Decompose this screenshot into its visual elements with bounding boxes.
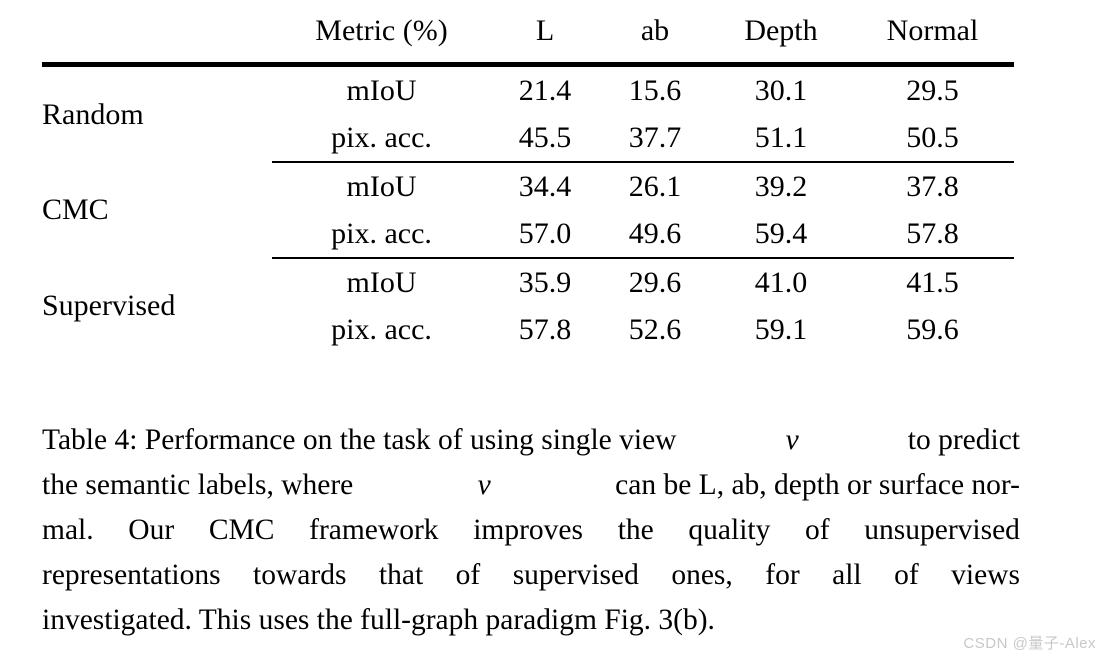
cell-value: 50.5	[851, 114, 1014, 163]
header-metric-cell: Metric (%)	[272, 0, 491, 67]
caption-line-5: investigated. This uses the full-graph p…	[42, 604, 715, 636]
caption-seg: to predict	[900, 424, 1020, 456]
cell-value: 37.8	[906, 169, 959, 203]
metric-label: pix. acc.	[272, 114, 491, 163]
cell-value: 49.6	[599, 210, 711, 259]
header-group-cell	[42, 0, 272, 67]
cell-value: 15.6	[628, 73, 682, 107]
header-col-depth: Depth	[711, 0, 851, 67]
header-col-ab: ab	[599, 0, 711, 67]
metric-label: mIoU	[346, 169, 417, 203]
caption-seg: the semantic labels, where	[42, 469, 361, 501]
table-header-row: Metric (%) L ab Depth Normal	[42, 0, 1014, 67]
results-table: Metric (%) L ab Depth Normal Random mIoU…	[42, 0, 1014, 353]
metric-label: pix. acc.	[331, 312, 432, 346]
cell-value: 35.9	[518, 265, 572, 299]
cell-value: 52.6	[628, 312, 682, 346]
caption-line-3: mal. Our CMC framework improves the quality of u…	[42, 514, 1020, 546]
caption-seg: Table 4: Performance on the task of usin…	[42, 424, 684, 456]
table-4-container: Metric (%) L ab Depth Normal Random mIoU…	[42, 0, 1014, 353]
cell-value: 57.0	[491, 210, 599, 259]
row-group-label-cmc: CMC	[42, 193, 109, 226]
cell-value: 41.0	[754, 265, 808, 299]
caption-line-2: the semantic labels, where v can be L, a…	[42, 463, 1020, 508]
table-row: Supervised mIoU 35.9 29.6 41.0 41.5	[42, 258, 1014, 320]
cell-value: 29.5	[906, 73, 959, 107]
cell-value: 39.2	[754, 169, 808, 203]
metric-label: mIoU	[346, 73, 417, 107]
cell-value: 45.5	[491, 114, 599, 163]
caption-line-4: representations towards that of supervised on…	[42, 559, 1020, 591]
metric-label: pix. acc.	[272, 210, 491, 259]
cell-value: 59.1	[754, 312, 808, 346]
caption-variable: v	[477, 469, 491, 501]
caption-variable: v	[785, 424, 799, 456]
cell-value: 26.1	[628, 169, 682, 203]
table-row: Random mIoU 21.4 15.6 30.1 29.5	[42, 65, 1014, 129]
csdn-watermark: CSDN @量子-Alex	[963, 635, 1096, 652]
cell-value: 37.7	[599, 114, 711, 163]
table-row: CMC mIoU 34.4 26.1 39.2 37.8	[42, 162, 1014, 225]
cell-value: 34.4	[518, 169, 572, 203]
cell-value: 57.8	[518, 312, 572, 346]
cell-value: 29.6	[628, 265, 682, 299]
cell-value: 21.4	[518, 73, 572, 107]
header-col-normal: Normal	[851, 0, 1014, 67]
cell-value: 41.5	[906, 265, 959, 299]
header-col-l: L	[491, 0, 599, 67]
caption-seg: can be L, ab, depth or surface nor-	[607, 469, 1020, 501]
cell-value: 59.6	[906, 312, 959, 346]
metric-label: mIoU	[346, 265, 417, 299]
caption-line-1: Table 4: Performance on the task of usin…	[42, 418, 1020, 463]
cell-value: 59.4	[711, 210, 851, 259]
cell-value: 57.8	[851, 210, 1014, 259]
row-group-label-random: Random	[42, 97, 144, 131]
row-group-label-supervised: Supervised	[42, 288, 176, 322]
cell-value: 30.1	[754, 73, 808, 107]
cell-value: 51.1	[711, 114, 851, 163]
table-caption: Table 4: Performance on the task of usin…	[42, 418, 1020, 643]
paper-page: Metric (%) L ab Depth Normal Random mIoU…	[0, 0, 1110, 661]
